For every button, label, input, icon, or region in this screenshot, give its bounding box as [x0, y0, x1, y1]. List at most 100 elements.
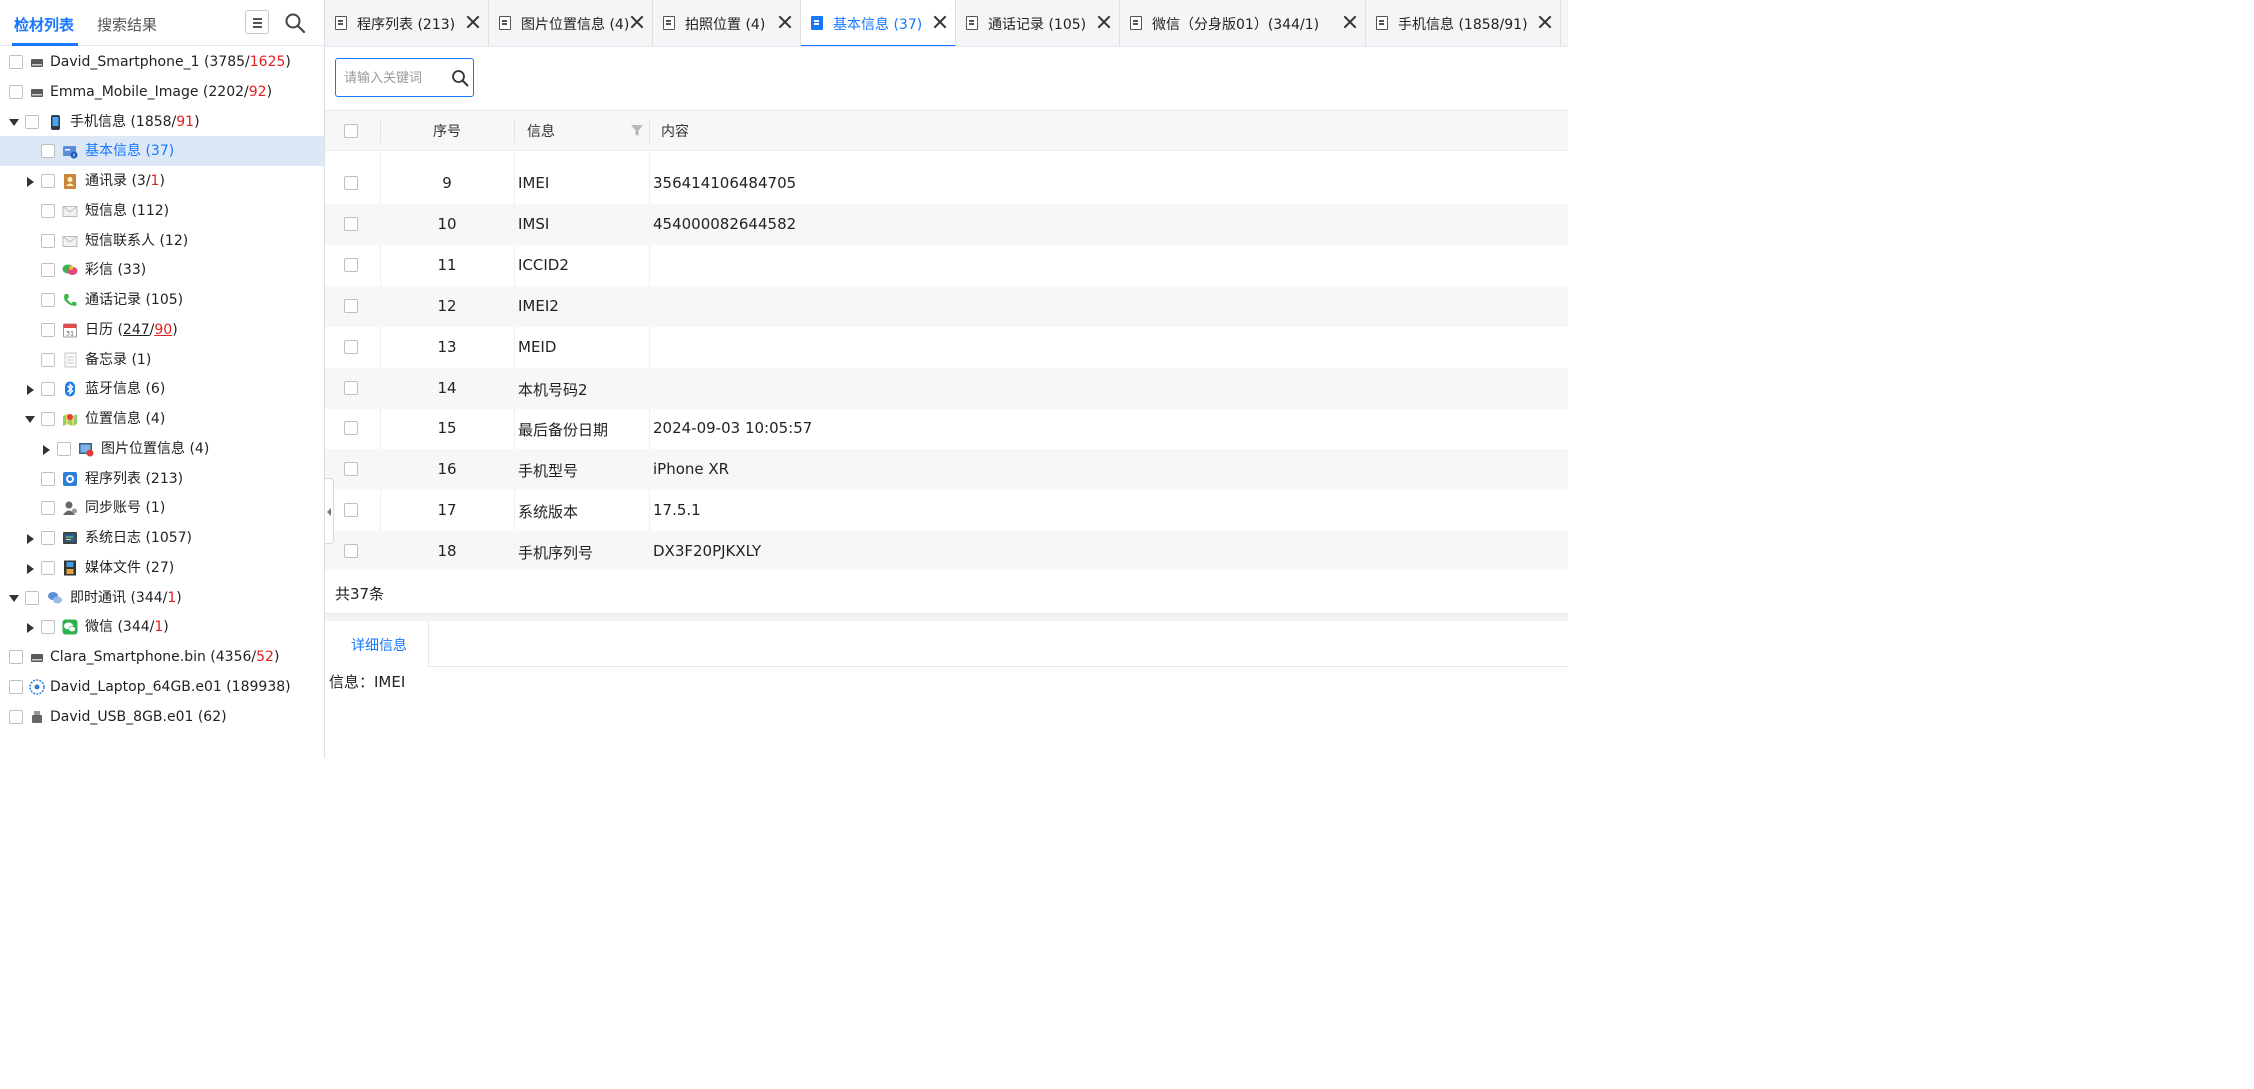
table-row[interactable]: 11 ICCID2	[325, 245, 1568, 286]
row-checkbox[interactable]	[344, 380, 358, 395]
tree-node-checkbox[interactable]	[41, 620, 55, 635]
row-checkbox[interactable]	[344, 544, 358, 559]
table-row[interactable]: 9 IMEI 356414106484705	[325, 163, 1568, 204]
table-row[interactable]: 18 手机序列号 DX3F20PJKXLY	[325, 531, 1568, 570]
tree-node-checkbox[interactable]	[41, 144, 55, 159]
row-checkbox[interactable]	[344, 257, 358, 272]
row-checkbox[interactable]	[344, 421, 358, 436]
table-row[interactable]: 14 本机号码2	[325, 367, 1568, 409]
table-row[interactable]: 17 系统版本 17.5.1	[325, 490, 1568, 531]
close-tab-icon[interactable]	[629, 14, 645, 30]
row-checkbox[interactable]	[344, 216, 358, 231]
tree-node[interactable]: 备忘录 (1)	[0, 345, 324, 375]
close-tab-icon[interactable]	[1342, 14, 1358, 30]
table-row[interactable]: 10 IMSI 454000082644582	[325, 203, 1568, 245]
tree-node-checkbox[interactable]	[9, 650, 23, 664]
select-all-checkbox[interactable]	[344, 124, 358, 138]
tree-node[interactable]: Emma_Mobile_Image (2202/92)	[0, 77, 324, 107]
tree-node-checkbox[interactable]	[41, 501, 55, 516]
tree-node-checkbox[interactable]	[9, 84, 23, 99]
tree-node-checkbox[interactable]	[41, 233, 55, 248]
filter-icon[interactable]	[631, 125, 643, 137]
row-checkbox[interactable]	[344, 298, 358, 313]
caret-down-icon[interactable]	[25, 416, 35, 423]
tree-node-checkbox[interactable]	[9, 679, 23, 694]
close-tab-icon[interactable]	[1096, 14, 1112, 30]
table-row[interactable]: 13 MEID	[325, 327, 1568, 368]
tree-node[interactable]: 彩信 (33)	[0, 255, 324, 285]
close-tab-icon[interactable]	[465, 14, 481, 30]
caret-down-icon[interactable]	[9, 594, 19, 602]
tree-node[interactable]: Clara_Smartphone.bin (4356/52)	[0, 642, 324, 672]
table-row[interactable]: 12 IMEI2	[325, 285, 1568, 327]
tree-node[interactable]: 程序列表 (213)	[0, 464, 324, 494]
column-header-number[interactable]: 序号	[433, 121, 461, 141]
tree-node[interactable]: 31 日历 (247/90)	[0, 315, 324, 345]
tree-node[interactable]: 短信息 (112)	[0, 196, 324, 226]
document-tab[interactable]: 通话记录 (105)	[956, 0, 1120, 46]
tree-node-checkbox[interactable]	[25, 590, 39, 605]
tree-node[interactable]: 位置信息 (4)	[0, 404, 324, 434]
tree-node[interactable]: 基本信息 (37)	[0, 136, 324, 167]
row-checkbox[interactable]	[344, 503, 358, 518]
tree-node[interactable]: 通讯录 (3/1)	[0, 166, 324, 196]
caret-right-icon[interactable]	[27, 623, 34, 634]
tree-node[interactable]: 通话记录 (105)	[0, 285, 324, 315]
tree-node[interactable]: 微信 (344/1)	[0, 612, 324, 642]
tree-node[interactable]: David_Laptop_64GB.e01 (189938)	[0, 672, 324, 702]
tree-node[interactable]: 蓝牙信息 (6)	[0, 374, 324, 404]
tree-node-checkbox[interactable]	[41, 471, 55, 486]
tree-node-checkbox[interactable]	[41, 531, 55, 545]
search-icon[interactable]	[451, 69, 469, 87]
document-tab[interactable]: 微信（分身版01）(344/1)	[1120, 0, 1366, 46]
document-tab[interactable]: 图片位置信息 (4)	[489, 0, 653, 46]
row-checkbox[interactable]	[344, 339, 358, 354]
panel-divider[interactable]	[325, 613, 1568, 621]
tab-search-results[interactable]: 搜索结果	[97, 14, 157, 35]
tree-node-checkbox[interactable]	[41, 412, 55, 426]
document-tab[interactable]: 手机信息 (1858/91)	[1366, 0, 1561, 46]
tree-node[interactable]: 媒体文件 (27)	[0, 553, 324, 583]
table-row[interactable]: 15 最后备份日期 2024-09-03 10:05:57	[325, 408, 1568, 449]
close-tab-icon[interactable]	[932, 14, 948, 30]
caret-right-icon[interactable]	[43, 444, 50, 455]
tree-node[interactable]: 短信联系人 (12)	[0, 226, 324, 256]
collapse-panel-handle[interactable]	[325, 478, 334, 544]
tree-node-checkbox[interactable]	[25, 114, 39, 129]
document-tab[interactable]: 拍照位置 (4)	[653, 0, 801, 46]
tree-node[interactable]: 手机信息 (1858/91)	[0, 107, 324, 137]
tree-node[interactable]: 即时通讯 (344/1)	[0, 583, 324, 613]
tree-node[interactable]: 系统日志 (1057)	[0, 523, 324, 553]
tree-node-checkbox[interactable]	[41, 382, 55, 397]
row-checkbox[interactable]	[344, 176, 358, 190]
column-header-info[interactable]: 信息	[527, 121, 555, 141]
close-tab-icon[interactable]	[777, 14, 793, 30]
tree-node-checkbox[interactable]	[41, 322, 55, 337]
tree-node-checkbox[interactable]	[41, 263, 55, 278]
document-tab[interactable]: 程序列表 (213)	[325, 0, 489, 46]
tree-node[interactable]: 图片位置信息 (4)	[0, 434, 324, 464]
tree-node-checkbox[interactable]	[57, 441, 71, 456]
tree-node[interactable]: 同步账号 (1)	[0, 493, 324, 523]
caret-right-icon[interactable]	[27, 385, 34, 396]
caret-right-icon[interactable]	[27, 563, 34, 574]
tree-node-checkbox[interactable]	[41, 293, 55, 307]
list-menu-icon[interactable]	[245, 10, 269, 34]
tree-node-checkbox[interactable]	[41, 203, 55, 218]
table-row[interactable]: 16 手机型号 iPhone XR	[325, 449, 1568, 491]
caret-right-icon[interactable]	[27, 177, 34, 187]
tree-node-checkbox[interactable]	[41, 174, 55, 188]
search-icon[interactable]	[284, 12, 306, 34]
tab-detail-info[interactable]: 详细信息	[325, 621, 429, 667]
tab-evidence-list[interactable]: 检材列表	[14, 14, 74, 35]
caret-down-icon[interactable]	[9, 118, 19, 126]
close-tab-icon[interactable]	[1537, 14, 1553, 30]
document-tab[interactable]: 基本信息 (37)	[801, 0, 956, 46]
row-checkbox[interactable]	[344, 462, 358, 477]
tree-node-checkbox[interactable]	[41, 352, 55, 367]
caret-right-icon[interactable]	[27, 534, 34, 544]
tree-node[interactable]: David_Smartphone_1 (3785/1625)	[0, 47, 324, 77]
tree-node-checkbox[interactable]	[41, 560, 55, 575]
tree-node-checkbox[interactable]	[9, 55, 23, 69]
column-header-content[interactable]: 内容	[661, 121, 689, 141]
